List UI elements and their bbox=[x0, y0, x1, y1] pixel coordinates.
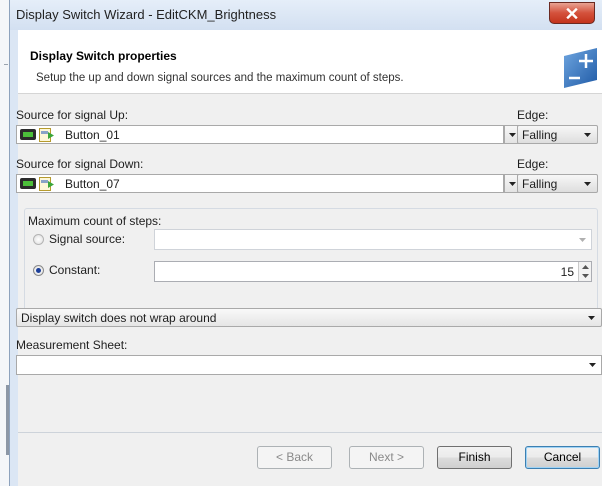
finish-button[interactable]: Finish bbox=[437, 446, 512, 469]
constant-value: 15 bbox=[560, 265, 574, 279]
wrap-mode-value: Display switch does not wrap around bbox=[21, 311, 217, 325]
button-signal-icon bbox=[39, 128, 54, 142]
footer-divider bbox=[18, 432, 602, 433]
constant-radio[interactable] bbox=[33, 265, 44, 276]
wrap-mode-select[interactable]: Display switch does not wrap around bbox=[16, 308, 602, 327]
signal-device-icon bbox=[20, 129, 36, 140]
chevron-down-icon bbox=[584, 182, 591, 186]
signal-source-label: Signal source: bbox=[49, 232, 126, 246]
signal-source-combo[interactable] bbox=[154, 229, 592, 250]
constant-stepper[interactable]: 15 bbox=[154, 261, 592, 282]
spin-up-icon[interactable] bbox=[579, 262, 591, 271]
signal-source-radio[interactable] bbox=[33, 234, 44, 245]
chevron-down-icon bbox=[589, 363, 596, 367]
background-window-edge bbox=[0, 0, 9, 486]
signal-down-edge-value: Falling bbox=[522, 177, 558, 191]
next-button[interactable]: Next > bbox=[349, 446, 424, 469]
dialog-content: Display Switch properties Setup the up a… bbox=[16, 30, 602, 486]
signal-down-value: Button_07 bbox=[65, 177, 120, 191]
signal-up-edge-value: Falling bbox=[522, 128, 558, 142]
chevron-down-icon bbox=[509, 181, 516, 186]
signal-up-edge-select[interactable]: Falling bbox=[517, 125, 598, 144]
signal-down-label: Source for signal Down: bbox=[16, 157, 144, 171]
signal-up-label: Source for signal Up: bbox=[16, 108, 129, 122]
wizard-header: Display Switch properties Setup the up a… bbox=[18, 30, 602, 94]
spin-down-icon[interactable] bbox=[579, 271, 591, 280]
spin-arrows[interactable] bbox=[578, 262, 591, 281]
wizard-plus-icon bbox=[564, 48, 597, 88]
chevron-down-icon bbox=[584, 133, 591, 137]
signal-up-value: Button_01 bbox=[65, 128, 120, 142]
wizard-window: Display Switch Wizard - EditCKM_Brightne… bbox=[9, 0, 602, 486]
page-title: Display Switch properties bbox=[30, 49, 177, 63]
window-title: Display Switch Wizard - EditCKM_Brightne… bbox=[16, 7, 277, 22]
chevron-down-icon bbox=[509, 132, 516, 137]
chevron-down-icon bbox=[579, 238, 586, 242]
close-icon bbox=[566, 7, 578, 19]
signal-down-edge-label: Edge: bbox=[517, 157, 549, 171]
signal-down-edge-select[interactable]: Falling bbox=[517, 174, 598, 193]
cancel-button[interactable]: Cancel bbox=[525, 446, 600, 469]
signal-device-icon bbox=[20, 178, 36, 189]
title-bar[interactable]: Display Switch Wizard - EditCKM_Brightne… bbox=[10, 0, 602, 30]
back-button[interactable]: < Back bbox=[257, 446, 332, 469]
measurement-sheet-label: Measurement Sheet: bbox=[16, 338, 128, 352]
button-signal-icon bbox=[39, 177, 54, 191]
constant-label: Constant: bbox=[49, 263, 101, 277]
chevron-down-icon bbox=[588, 316, 595, 320]
page-subtitle: Setup the up and down signal sources and… bbox=[36, 72, 404, 84]
close-button[interactable] bbox=[549, 2, 595, 24]
background-divider bbox=[4, 64, 8, 65]
signal-up-combo[interactable]: Button_01 bbox=[16, 125, 504, 144]
max-steps-group-label: Maximum count of steps: bbox=[28, 214, 162, 228]
measurement-sheet-combo[interactable] bbox=[16, 355, 602, 375]
signal-down-combo[interactable]: Button_07 bbox=[16, 174, 504, 193]
signal-up-edge-label: Edge: bbox=[517, 108, 549, 122]
